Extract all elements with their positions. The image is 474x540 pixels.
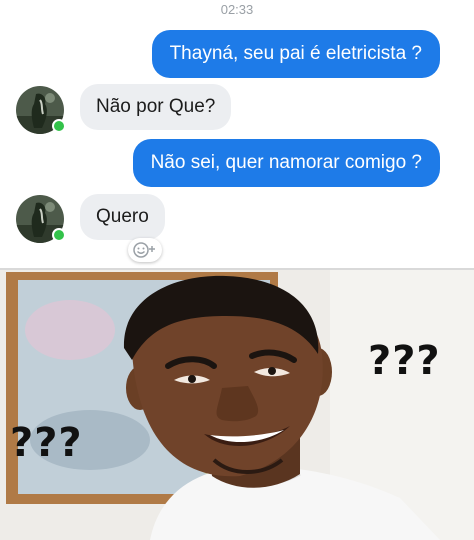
- confused-man-photo: [0, 270, 474, 540]
- contact-avatar[interactable]: [16, 195, 66, 243]
- question-marks-caption: ???: [368, 338, 441, 384]
- message-timestamp: 02:33: [220, 2, 254, 17]
- incoming-message-bubble[interactable]: Não por Que?: [80, 84, 232, 130]
- online-dot-icon: [52, 228, 66, 242]
- online-dot-icon: [52, 119, 66, 133]
- incoming-message-bubble[interactable]: Quero: [80, 194, 165, 240]
- chat-thread: 02:33 Thayná, seu pai é eletricista ? Nã…: [0, 0, 474, 268]
- meme-photo: ??? ???: [0, 270, 474, 540]
- outgoing-message-bubble[interactable]: Não sei, quer namorar comigo ?: [132, 139, 440, 187]
- question-marks-caption: ???: [10, 420, 83, 466]
- outgoing-message-bubble[interactable]: Thayná, seu pai é eletricista ?: [151, 30, 440, 78]
- smiley-plus-icon: [133, 242, 155, 258]
- add-reaction-button[interactable]: [128, 238, 162, 262]
- contact-avatar[interactable]: [16, 86, 66, 134]
